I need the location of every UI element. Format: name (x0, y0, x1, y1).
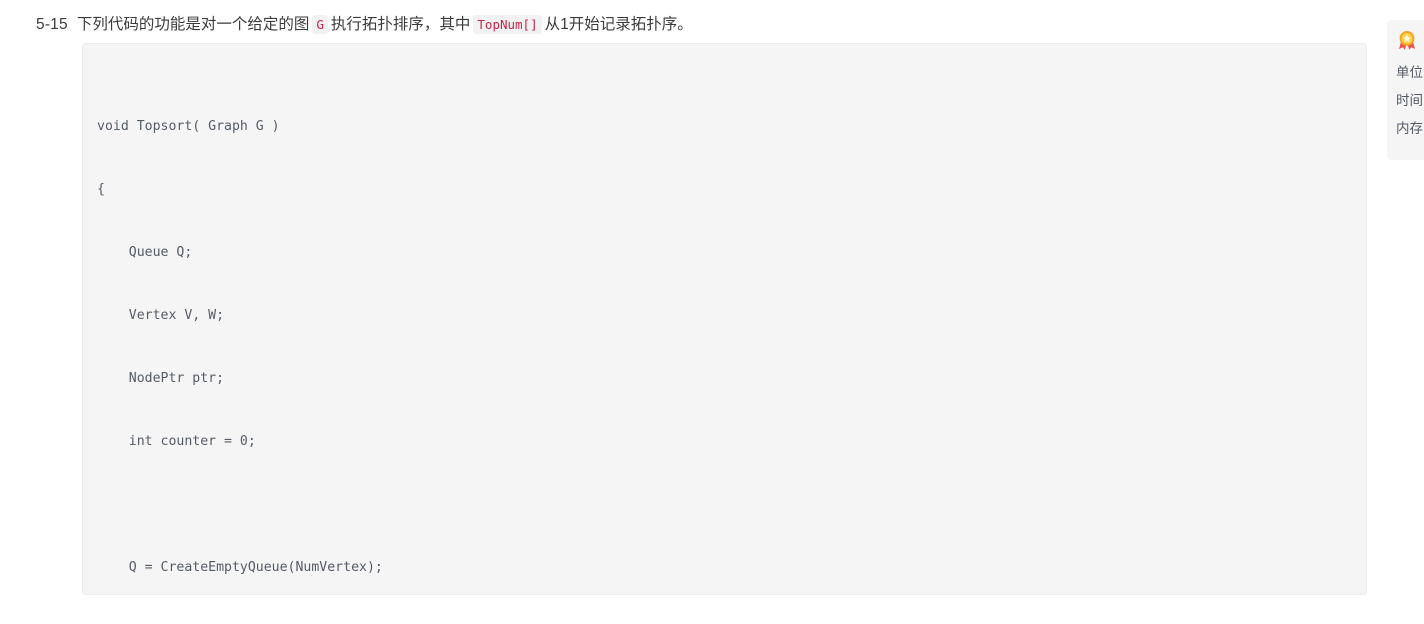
code-body: void Topsort( Graph G ) { Queue Q; Verte… (83, 44, 1366, 594)
code-line: void Topsort( Graph G ) (97, 119, 280, 134)
info-row-time: 时间 (1396, 93, 1423, 108)
inline-code-topnum: TopNum[] (473, 15, 542, 34)
question-header: 5-15 下列代码的功能是对一个给定的图 G 执行拓扑排序，其中 TopNum[] 从1… (36, 14, 693, 36)
question-text: 下列代码的功能是对一个给定的图 G 执行拓扑排序，其中 TopNum[] 从1开始记录拓… (77, 14, 693, 36)
problem-info-panel: 单位 时间 内存 (1387, 20, 1424, 160)
code-line: Q = CreateEmptyQueue(NumVertex); (97, 560, 383, 575)
code-line: int counter = 0; (97, 434, 256, 449)
code-line: { (97, 182, 105, 197)
info-row-memory: 内存 (1396, 121, 1423, 136)
info-row-unit: 单位 (1396, 65, 1423, 80)
code-line: Queue Q; (97, 245, 193, 260)
code-line: NodePtr ptr; (97, 371, 225, 386)
code-block-card: void Topsort( Graph G ) { Queue Q; Verte… (82, 43, 1367, 595)
medal-icon (1396, 30, 1418, 52)
inline-code-graph: G (312, 15, 328, 34)
question-number: 5-15 (36, 16, 68, 33)
question-text-part1: 下列代码的功能是对一个给定的图 (76, 16, 310, 33)
question-text-part3: 从1开始记录拓扑序。 (544, 16, 693, 33)
question-text-part2: 执行拓扑排序，其中 (330, 16, 471, 33)
code-line: Vertex V, W; (97, 308, 225, 323)
